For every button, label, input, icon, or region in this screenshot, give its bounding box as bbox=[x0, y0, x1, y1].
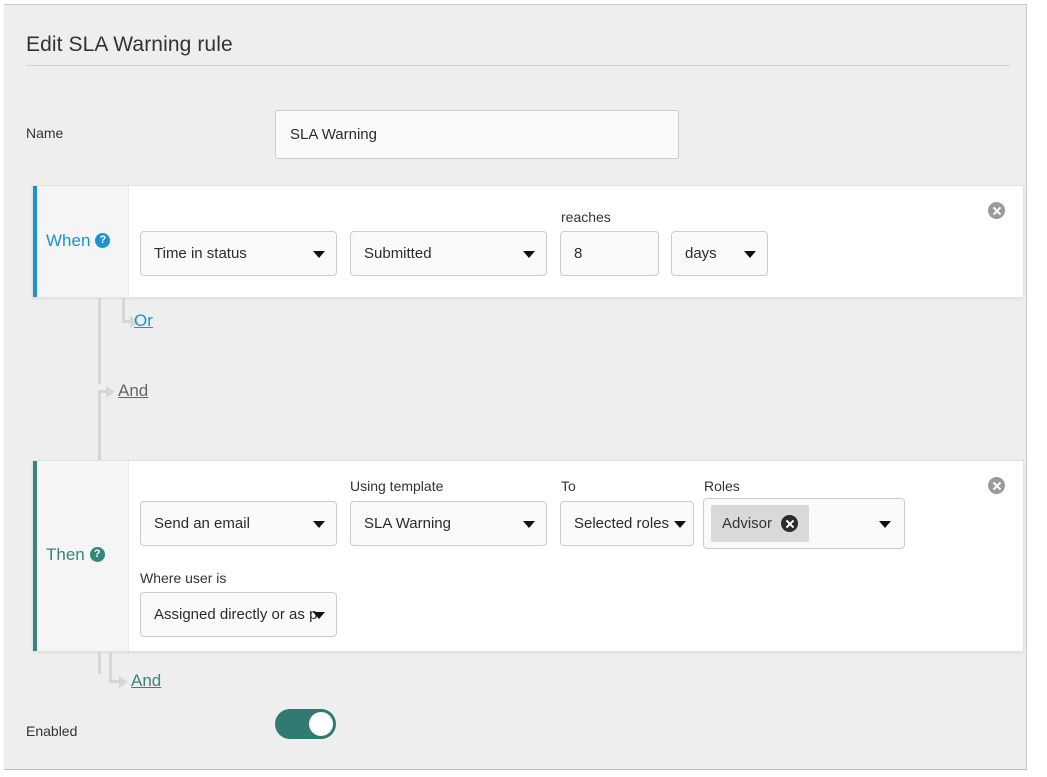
when-status-value: Submitted bbox=[364, 245, 432, 262]
chevron-down-icon bbox=[313, 520, 325, 528]
connector-spine-to-then bbox=[98, 390, 101, 460]
when-label-text: When bbox=[46, 231, 91, 250]
remove-when-condition-icon[interactable] bbox=[988, 202, 1005, 219]
when-label: When bbox=[46, 231, 111, 251]
enabled-toggle-knob bbox=[309, 712, 333, 736]
remove-then-action-icon[interactable] bbox=[988, 477, 1005, 494]
role-chip: Advisor bbox=[711, 505, 810, 542]
remove-role-icon[interactable] bbox=[781, 515, 799, 532]
enabled-label: Enabled bbox=[26, 723, 78, 739]
connector-bottom-stub-left bbox=[98, 652, 101, 674]
then-using-template-label: Using template bbox=[350, 478, 444, 494]
then-label: Then bbox=[46, 545, 105, 565]
then-to-label: To bbox=[561, 478, 576, 494]
when-condition-type-select[interactable]: Time in status bbox=[140, 231, 337, 276]
add-and-condition-link[interactable]: And bbox=[118, 381, 148, 401]
when-unit-select[interactable]: days bbox=[671, 231, 768, 276]
when-unit-value: days bbox=[685, 245, 717, 262]
add-or-condition-link[interactable]: Or bbox=[134, 311, 153, 331]
connector-bottom-vertical bbox=[109, 652, 112, 680]
then-template-select[interactable]: SLA Warning bbox=[350, 501, 547, 546]
then-user-scope-select[interactable]: Assigned directly or as p bbox=[140, 592, 337, 637]
chevron-down-icon bbox=[523, 520, 535, 528]
role-chip-label: Advisor bbox=[722, 515, 773, 532]
content-panel: Edit SLA Warning rule Name When Time in … bbox=[4, 4, 1027, 770]
page-root: Edit SLA Warning rule Name When Time in … bbox=[0, 0, 1047, 777]
then-action-value: Send an email bbox=[154, 515, 250, 532]
then-action-select[interactable]: Send an email bbox=[140, 501, 337, 546]
then-help-circle-icon[interactable] bbox=[89, 547, 105, 562]
add-and-action-link[interactable]: And bbox=[131, 671, 161, 691]
connector-and-top-arrowhead bbox=[106, 386, 115, 398]
chevron-down-icon bbox=[744, 250, 756, 258]
chevron-down-icon bbox=[313, 611, 325, 619]
page-title: Edit SLA Warning rule bbox=[26, 33, 233, 56]
connector-and-bottom-arrowhead bbox=[119, 676, 128, 688]
when-condition-type-value: Time in status bbox=[154, 245, 247, 262]
when-status-select[interactable]: Submitted bbox=[350, 231, 547, 276]
chevron-down-icon bbox=[523, 250, 535, 258]
then-roles-label: Roles bbox=[704, 478, 740, 494]
name-label: Name bbox=[26, 125, 64, 141]
then-where-user-is-label: Where user is bbox=[140, 570, 227, 586]
then-recipient-value: Selected roles bbox=[574, 515, 670, 532]
then-user-scope-value: Assigned directly or as p bbox=[154, 606, 318, 623]
then-template-value: SLA Warning bbox=[364, 515, 451, 532]
when-amount-value: 8 bbox=[574, 245, 583, 262]
then-recipient-select[interactable]: Selected roles bbox=[560, 501, 694, 546]
chevron-down-icon bbox=[879, 520, 891, 528]
connector-or-vertical bbox=[122, 298, 125, 320]
chevron-down-icon bbox=[313, 250, 325, 258]
chevron-down-icon bbox=[674, 520, 686, 528]
when-amount-input[interactable]: 8 bbox=[560, 231, 659, 276]
name-input[interactable] bbox=[275, 110, 679, 159]
when-help-circle-icon[interactable] bbox=[95, 233, 111, 248]
when-reaches-label: reaches bbox=[561, 209, 611, 225]
title-divider bbox=[26, 65, 1010, 66]
connector-spine-and-top bbox=[98, 298, 101, 384]
then-roles-multiselect[interactable]: Advisor bbox=[703, 498, 905, 549]
then-label-text: Then bbox=[46, 545, 85, 564]
enabled-toggle[interactable] bbox=[275, 709, 336, 739]
